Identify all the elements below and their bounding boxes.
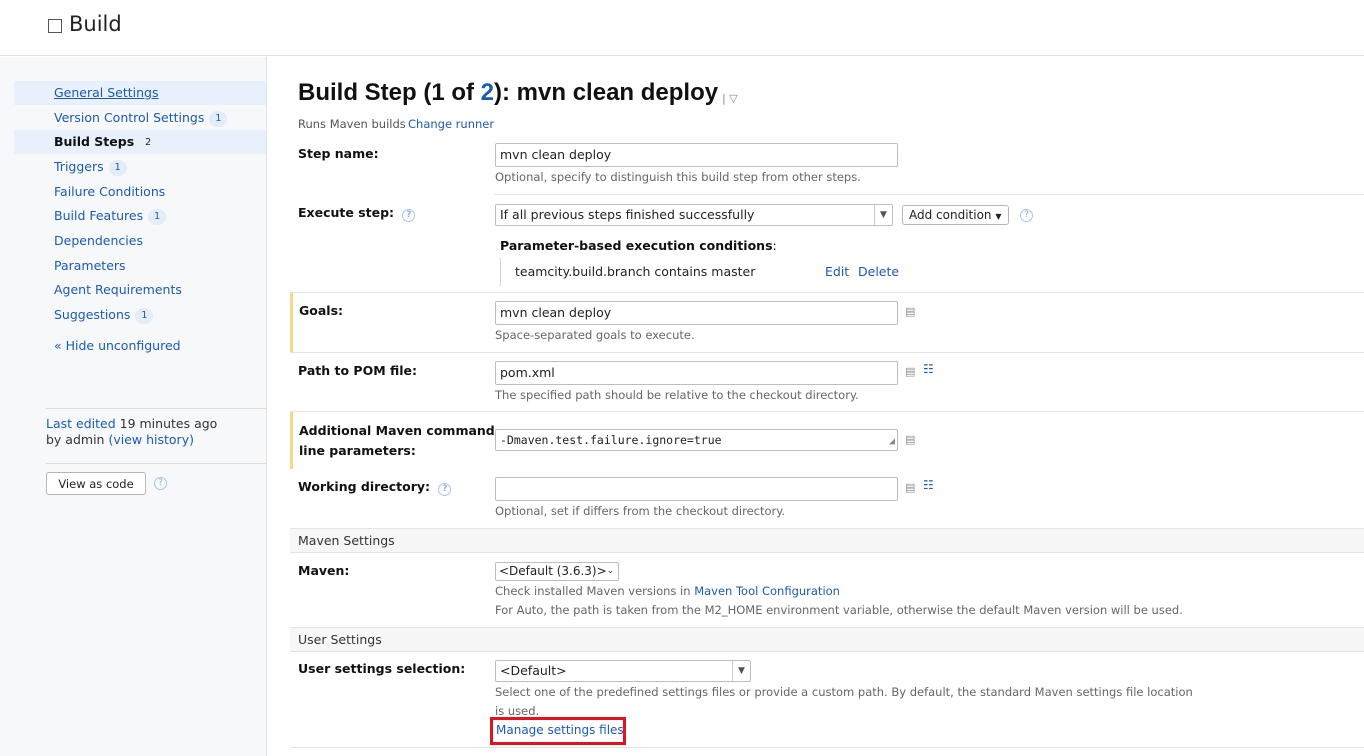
count-badge: 1 (135, 308, 154, 324)
count-badge: 1 (108, 160, 127, 176)
user-settings-header: User Settings (290, 627, 1364, 652)
step-name-row: Step name: mvn clean deploy Optional, sp… (290, 141, 1364, 195)
select-checkbox[interactable] (48, 19, 62, 33)
maven-note-1: Check installed Maven versions in Maven … (495, 584, 840, 598)
sidebar-item-failure-conditions[interactable]: Failure Conditions (14, 180, 266, 204)
edit-condition-link[interactable]: Edit (825, 264, 849, 279)
resize-handle-icon[interactable]: ◢ (889, 434, 895, 450)
sidebar-item-agent-requirements[interactable]: Agent Requirements (14, 278, 266, 302)
chevron-down-icon: ▼ (874, 205, 892, 225)
main-content: Build Step (1 of 2): mvn clean deploy | … (268, 57, 1364, 756)
divider (46, 463, 266, 464)
text-editor-icon[interactable]: ▤ (905, 433, 915, 446)
user-settings-select[interactable]: <Default> ▼ (495, 660, 751, 682)
condition-text: teamcity.build.branch contains master (515, 264, 756, 279)
sidebar-item-dependencies[interactable]: Dependencies (14, 229, 266, 253)
count-badge: 1 (148, 209, 167, 225)
pom-input[interactable]: pom.xml (495, 361, 898, 385)
user-settings-row: User settings selection: <Default> ▼ Sel… (290, 652, 1364, 748)
chevron-down-icon: ⌄ (606, 566, 614, 576)
execute-step-label: Execute step: ? (298, 203, 416, 223)
sidebar-item-general-settings[interactable]: General Settings (14, 81, 266, 105)
question-circle-icon[interactable]: ? (438, 483, 452, 496)
chevron-down-icon: ▼ (732, 661, 750, 681)
change-runner-link[interactable]: Change runner (408, 117, 494, 131)
maven-row: Maven: <Default (3.6.3)> ⌄ Check install… (290, 553, 1364, 627)
divider (46, 408, 266, 409)
step-count-link[interactable]: 2 (481, 79, 494, 106)
working-dir-note: Optional, set if differs from the checko… (495, 504, 786, 518)
pom-note: The specified path should be relative to… (495, 388, 859, 402)
maven-tool-configuration-link[interactable]: Maven Tool Configuration (694, 584, 840, 598)
vcs-tree-icon[interactable]: ☷ (923, 362, 934, 376)
caret-down-icon: ▼ (995, 212, 1002, 221)
goals-label: Goals: (299, 303, 344, 318)
divider (290, 747, 1364, 748)
pom-label: Path to POM file: (298, 363, 418, 378)
goals-input[interactable]: mvn clean deploy (495, 301, 898, 325)
count-badge: 2 (145, 137, 152, 148)
maven-settings-header: Maven Settings (290, 528, 1364, 553)
text-editor-icon[interactable]: ▤ (905, 305, 915, 318)
sidebar-item-triggers[interactable]: Triggers 1 (14, 155, 266, 179)
sidebar-item-build-features[interactable]: Build Features 1 (14, 204, 266, 228)
hide-unconfigured-link[interactable]: « Hide unconfigured (54, 338, 181, 353)
working-dir-label: Working directory: ? (298, 477, 452, 497)
execute-step-row: Execute step: ? If all previous steps fi… (290, 195, 1364, 292)
delete-condition-link[interactable]: Delete (858, 264, 899, 279)
additional-params-row: Additional Maven command line parameters… (290, 412, 1364, 469)
maven-version-select[interactable]: <Default (3.6.3)> ⌄ (495, 562, 619, 581)
additional-params-label: Additional Maven command line parameters… (299, 423, 495, 458)
vcs-tree-icon[interactable]: ☷ (923, 478, 934, 492)
question-circle-icon[interactable]: ? (1020, 209, 1033, 222)
pom-row: Path to POM file: pom.xml The specified … (290, 353, 1364, 411)
add-condition-button[interactable]: Add condition ▼ (902, 205, 1009, 225)
step-name-note: Optional, specify to distinguish this bu… (495, 170, 861, 184)
working-dir-input[interactable] (495, 477, 898, 501)
sidebar-item-build-steps[interactable]: Build Steps 2 (14, 130, 266, 154)
user-settings-note-2: is used. (495, 704, 540, 718)
page-title: Build Step (1 of 2): mvn clean deploy (298, 79, 719, 106)
user-settings-note-1: Select one of the predefined settings fi… (495, 685, 1193, 699)
step-name-label: Step name: (298, 146, 379, 161)
sidebar: General Settings Version Control Setting… (0, 57, 267, 756)
runner-description: Runs Maven builds (298, 117, 406, 131)
divider (500, 258, 501, 286)
view-as-code-button[interactable]: View as code (46, 472, 146, 495)
step-menu-toggle[interactable]: | ▽ (722, 92, 738, 105)
text-editor-icon[interactable]: ▤ (905, 365, 915, 378)
additional-params-input[interactable]: -Dmaven.test.failure.ignore=true ◢ (495, 429, 898, 451)
top-bar: Build (0, 0, 1364, 56)
view-history-link[interactable]: (view history) (108, 432, 194, 447)
text-editor-icon[interactable]: ▤ (905, 481, 915, 494)
step-name-input[interactable]: mvn clean deploy (495, 143, 898, 167)
highlight-box (490, 717, 626, 745)
question-circle-icon[interactable]: ? (402, 209, 416, 222)
count-badge: 1 (209, 111, 228, 127)
execute-step-select[interactable]: If all previous steps finished successfu… (495, 204, 893, 226)
question-circle-icon[interactable]: ? (154, 477, 167, 490)
page-header-title: Build (69, 12, 122, 36)
sidebar-item-suggestions[interactable]: Suggestions 1 (14, 303, 266, 327)
sidebar-item-version-control-settings[interactable]: Version Control Settings 1 (14, 106, 266, 130)
goals-note: Space-separated goals to execute. (495, 328, 695, 342)
goals-row: Goals: mvn clean deploy Space-separated … (290, 293, 1364, 352)
user-settings-label: User settings selection: (298, 661, 466, 676)
maven-label: Maven: (298, 563, 350, 578)
working-dir-row: Working directory: ? Optional, set if di… (290, 469, 1364, 527)
last-edited-info: Last edited 19 minutes ago by admin (vie… (46, 416, 218, 447)
maven-note-2: For Auto, the path is taken from the M2_… (495, 603, 1183, 617)
sidebar-item-parameters[interactable]: Parameters (14, 254, 266, 278)
chevron-down-icon: ▽ (729, 92, 738, 105)
conditions-title: Parameter-based execution conditions: (500, 238, 777, 253)
